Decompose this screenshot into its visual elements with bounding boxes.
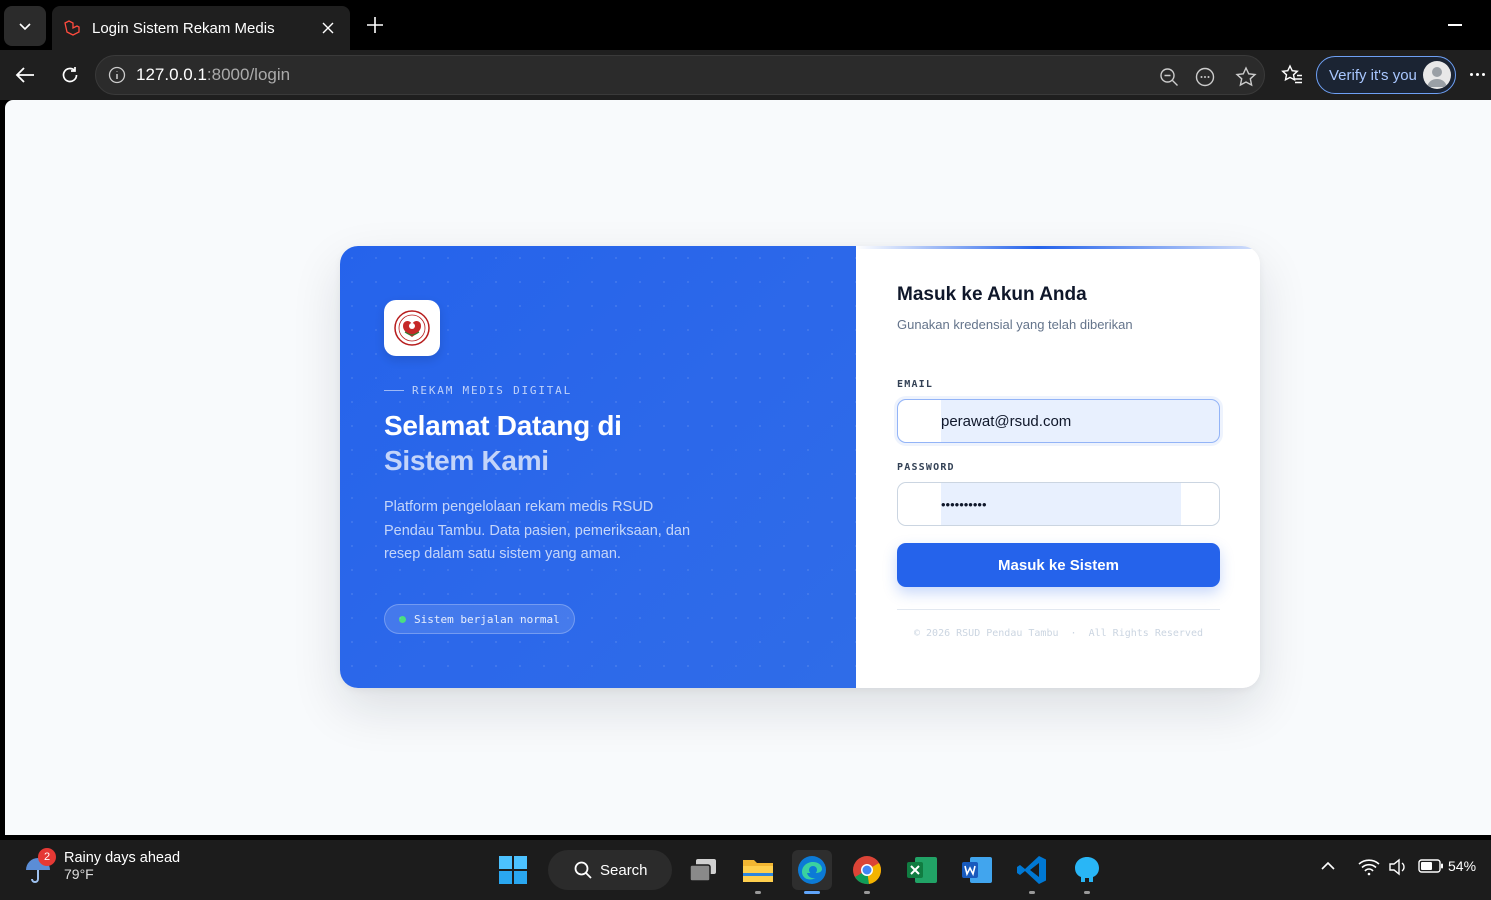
plus-icon <box>367 17 383 33</box>
status-dot-icon <box>399 615 406 623</box>
new-tab-button[interactable] <box>362 12 388 38</box>
hospital-emblem-icon <box>394 310 430 346</box>
form-divider <box>897 609 1220 610</box>
chevron-down-icon <box>19 23 31 31</box>
more-menu-icon[interactable] <box>1470 73 1485 76</box>
minimize-window-button[interactable] <box>1448 24 1462 26</box>
weather-title: Rainy days ahead <box>64 850 181 866</box>
tab-list-button[interactable] <box>4 6 46 46</box>
reload-button[interactable] <box>56 61 84 89</box>
taskbar-search[interactable]: Search <box>548 850 672 890</box>
start-button[interactable] <box>493 850 533 890</box>
url-host: 127.0.0.1 <box>136 65 207 84</box>
profile-avatar-icon <box>1423 61 1451 89</box>
form-subtitle: Gunakan kredensial yang telah diberikan <box>897 317 1133 332</box>
chrome-button[interactable] <box>847 850 887 894</box>
password-field[interactable]: •••••••••• <box>897 482 1220 526</box>
login-card: REKAM MEDIS DIGITAL Selamat Datang di Si… <box>340 246 1260 688</box>
favorite-star-icon[interactable] <box>1235 66 1257 88</box>
address-bar[interactable]: 127.0.0.1:8000/login <box>95 55 1265 95</box>
folder-icon <box>743 860 773 882</box>
task-view-icon <box>689 859 716 882</box>
word-button[interactable] <box>957 850 997 890</box>
app-button[interactable] <box>1067 850 1107 894</box>
zoom-out-icon[interactable] <box>1158 66 1180 88</box>
app-icon <box>1075 857 1099 882</box>
hero-eyebrow: REKAM MEDIS DIGITAL <box>384 384 572 397</box>
password-label: PASSWORD <box>897 462 955 473</box>
page-viewport: REKAM MEDIS DIGITAL Selamat Datang di Si… <box>5 100 1491 835</box>
password-value: •••••••••• <box>941 496 987 512</box>
volume-icon[interactable] <box>1388 858 1408 876</box>
vscode-button[interactable] <box>1012 850 1052 894</box>
copyright-footer: © 2026 RSUD Pendau Tambu · All Rights Re… <box>914 628 1203 639</box>
file-explorer-button[interactable] <box>738 850 778 894</box>
wifi-icon[interactable] <box>1358 858 1380 876</box>
task-view-button[interactable] <box>683 850 723 890</box>
word-icon <box>962 857 992 883</box>
toggle-password-visibility[interactable] <box>1181 483 1219 525</box>
email-value: perawat@rsud.com <box>941 412 1072 430</box>
windows-taskbar: 2 Rainy days ahead 79°F Search 54% <box>0 840 1491 900</box>
chrome-icon <box>853 856 881 885</box>
login-submit-button[interactable]: Masuk ke Sistem <box>897 543 1220 587</box>
weather-widget[interactable]: 2 Rainy days ahead 79°F <box>22 848 180 884</box>
browser-toolbar: 127.0.0.1:8000/login Verify it's you <box>0 50 1491 100</box>
battery-icon <box>1418 859 1443 873</box>
browser-tab-bar: Login Sistem Rekam Medis <box>0 0 1491 50</box>
verify-profile-button[interactable]: Verify it's you <box>1316 56 1456 94</box>
tab-title: Login Sistem Rekam Medis <box>92 19 275 37</box>
hospital-logo <box>384 300 440 356</box>
arrow-left-icon <box>15 67 34 83</box>
search-icon <box>574 861 592 879</box>
url-path: :8000/login <box>206 65 291 84</box>
back-button[interactable] <box>11 61 39 89</box>
vscode-icon <box>1017 856 1046 884</box>
email-field[interactable]: perawat@rsud.com <box>897 399 1220 443</box>
battery-indicator[interactable]: 54% <box>1418 858 1476 874</box>
hero-headline: Selamat Datang di Sistem Kami <box>384 408 622 478</box>
edge-browser-button[interactable] <box>792 850 832 894</box>
weather-badge: 2 <box>38 848 56 866</box>
close-tab-icon[interactable] <box>318 18 338 38</box>
info-icon[interactable] <box>108 66 126 84</box>
reading-mode-icon[interactable] <box>1194 66 1216 88</box>
laravel-icon <box>62 18 82 38</box>
reload-icon <box>62 67 78 83</box>
excel-button[interactable] <box>902 850 942 890</box>
weather-temp: 79°F <box>64 866 94 882</box>
hero-panel: REKAM MEDIS DIGITAL Selamat Datang di Si… <box>340 246 856 688</box>
excel-icon <box>907 857 937 883</box>
search-label: Search <box>600 861 648 879</box>
windows-logo-icon <box>499 856 527 884</box>
browser-tab-active[interactable]: Login Sistem Rekam Medis <box>52 6 350 50</box>
form-title: Masuk ke Akun Anda <box>897 284 1087 305</box>
system-status-badge: Sistem berjalan normal <box>384 604 575 634</box>
favorites-list-icon <box>1281 64 1302 84</box>
edge-icon <box>798 856 826 884</box>
verify-label: Verify it's you <box>1329 66 1417 84</box>
battery-percent: 54% <box>1448 858 1477 874</box>
umbrella-icon: 2 <box>22 848 56 884</box>
chevron-up-icon <box>1321 861 1335 870</box>
favorites-button[interactable] <box>1278 61 1306 89</box>
headline-line-2: Sistem Kami <box>384 445 549 476</box>
hero-description: Platform pengelolaan rekam medis RSUD Pe… <box>384 499 691 562</box>
email-label: EMAIL <box>897 379 934 390</box>
login-form-panel: Masuk ke Akun Anda Gunakan kredensial ya… <box>856 246 1260 688</box>
show-hidden-icons[interactable] <box>1320 858 1336 874</box>
headline-line-1: Selamat Datang di <box>384 410 622 441</box>
